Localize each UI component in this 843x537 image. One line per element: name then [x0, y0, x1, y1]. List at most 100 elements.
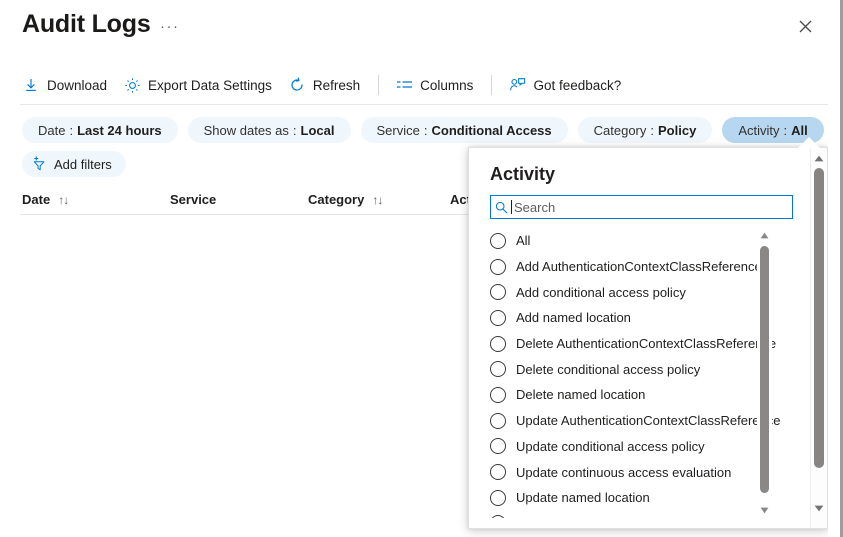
filter-pill-service-value: Conditional Access	[431, 123, 551, 138]
radio-icon[interactable]	[490, 438, 506, 454]
activity-options-inner: All Add AuthenticationContextClassRefere…	[490, 228, 777, 518]
filter-pill-show-dates-as[interactable]: Show dates as : Local	[188, 117, 351, 143]
activity-option-label: Delete conditional access policy	[516, 362, 700, 377]
activity-option-add-conditional-access-policy[interactable]: Add conditional access policy	[490, 279, 777, 305]
column-header-service-label: Service	[170, 192, 216, 207]
search-icon	[491, 201, 511, 214]
filter-pill-service-sep: :	[424, 123, 428, 138]
columns-button[interactable]: Columns	[395, 69, 473, 101]
activity-option-update-named-location[interactable]: Update named location	[490, 485, 777, 511]
export-data-settings-button[interactable]: Export Data Settings	[123, 69, 272, 101]
radio-icon[interactable]	[490, 515, 506, 518]
filter-pill-activity-name: Activity	[738, 123, 779, 138]
radio-icon[interactable]	[490, 310, 506, 326]
columns-label: Columns	[420, 78, 473, 93]
filter-pill-date[interactable]: Date : Last 24 hours	[22, 117, 178, 143]
scroll-up-button[interactable]	[757, 228, 772, 243]
filter-pill-row: Date : Last 24 hours Show dates as : Loc…	[22, 117, 828, 143]
activity-option-label: All	[516, 233, 530, 248]
radio-icon[interactable]	[490, 490, 506, 506]
radio-icon[interactable]	[490, 387, 506, 403]
activity-option-add-named-location[interactable]: Add named location	[490, 305, 777, 331]
got-feedback-label: Got feedback?	[533, 78, 621, 93]
activity-option-label: Update AuthenticationContextClassReferen…	[516, 413, 781, 428]
page-title: Audit Logs	[22, 10, 151, 39]
filter-pill-category-value: Policy	[658, 123, 696, 138]
radio-icon[interactable]	[490, 336, 506, 352]
activity-option-delete-named-location[interactable]: Delete named location	[490, 382, 777, 408]
caret-down-icon	[760, 507, 769, 514]
search-input[interactable]: Search	[490, 195, 793, 219]
activity-option-all[interactable]: All	[490, 228, 777, 254]
column-header-date[interactable]: Date ↑↓	[22, 192, 170, 207]
filter-pill-show-dates-as-value: Local	[301, 123, 335, 138]
export-data-settings-label: Export Data Settings	[148, 78, 272, 93]
activity-option-update-continuous-access-evaluation[interactable]: Update continuous access evaluation	[490, 459, 777, 485]
filter-pill-category-sep: :	[650, 123, 654, 138]
panel-scrollbar[interactable]	[810, 148, 827, 528]
activity-option-label: Add AuthenticationContextClassReference	[516, 259, 762, 274]
got-feedback-button[interactable]: Got feedback?	[508, 69, 621, 101]
activity-option-delete-authenticationcontextclassreference[interactable]: Delete AuthenticationContextClassReferen…	[490, 331, 777, 357]
close-button[interactable]	[790, 12, 820, 40]
refresh-icon	[288, 76, 306, 94]
toolbar-divider	[378, 75, 379, 95]
text-caret	[511, 200, 512, 214]
column-header-date-label: Date	[22, 192, 50, 207]
radio-icon[interactable]	[490, 413, 506, 429]
filter-pill-activity-sep: :	[783, 123, 787, 138]
radio-icon[interactable]	[490, 361, 506, 377]
column-header-category[interactable]: Category ↑↓	[308, 192, 450, 207]
activity-option-label: Update continuous access evaluation	[516, 465, 731, 480]
activity-option-label: Update security defaults	[516, 516, 655, 518]
refresh-button[interactable]: Refresh	[288, 69, 360, 101]
activity-options-list[interactable]: All Add AuthenticationContextClassRefere…	[490, 228, 793, 518]
radio-icon[interactable]	[490, 464, 506, 480]
feedback-icon	[508, 76, 526, 94]
refresh-label: Refresh	[313, 78, 360, 93]
scroll-down-button[interactable]	[757, 503, 772, 518]
activity-option-delete-conditional-access-policy[interactable]: Delete conditional access policy	[490, 356, 777, 382]
activity-panel-title: Activity	[490, 164, 555, 185]
filter-pill-date-sep: :	[69, 123, 73, 138]
radio-icon[interactable]	[490, 233, 506, 249]
activity-option-update-conditional-access-policy[interactable]: Update conditional access policy	[490, 434, 777, 460]
screenshot-root: Audit Logs ··· Download	[0, 0, 843, 537]
panel-scroll-thumb[interactable]	[814, 168, 824, 468]
command-bar-divider	[20, 104, 828, 105]
filter-pill-show-dates-as-sep: :	[293, 123, 297, 138]
activity-option-add-authenticationcontextclassreference[interactable]: Add AuthenticationContextClassReference	[490, 254, 777, 280]
caret-up-icon	[760, 232, 769, 239]
panel-scroll-down-button[interactable]	[811, 500, 827, 516]
column-header-service[interactable]: Service	[170, 192, 308, 207]
caret-up-icon	[814, 155, 824, 162]
command-bar: Download Export Data Settings	[0, 66, 828, 104]
columns-icon	[395, 76, 413, 94]
radio-icon[interactable]	[490, 259, 506, 275]
filter-pill-category[interactable]: Category : Policy	[578, 117, 713, 143]
activity-option-label: Update named location	[516, 490, 650, 505]
activity-option-update-security-defaults[interactable]: Update security defaults	[490, 511, 777, 518]
activity-option-update-authenticationcontextclassreference[interactable]: Update AuthenticationContextClassReferen…	[490, 408, 777, 434]
download-button[interactable]: Download	[22, 69, 107, 101]
column-header-category-label: Category	[308, 192, 364, 207]
download-label: Download	[47, 78, 107, 93]
caret-down-icon	[814, 505, 824, 512]
radio-icon[interactable]	[490, 284, 506, 300]
add-filter-icon	[32, 156, 48, 172]
panel-scroll-up-button[interactable]	[811, 150, 827, 166]
toolbar-divider-2	[491, 75, 492, 95]
filter-pill-show-dates-as-name: Show dates as	[204, 123, 289, 138]
filter-pill-date-value: Last 24 hours	[77, 123, 162, 138]
close-icon	[799, 20, 812, 33]
activity-filter-panel: Activity Search All	[468, 147, 828, 529]
options-scrollbar[interactable]	[757, 228, 772, 518]
scroll-thumb[interactable]	[760, 246, 769, 493]
filter-pill-activity-value: All	[791, 123, 808, 138]
add-filters-label: Add filters	[54, 157, 112, 172]
sort-icon-date[interactable]: ↑↓	[58, 193, 68, 207]
filter-pill-service[interactable]: Service : Conditional Access	[361, 117, 568, 143]
add-filters-button[interactable]: Add filters	[22, 151, 126, 177]
sort-icon-category[interactable]: ↑↓	[372, 193, 382, 207]
more-options-icon[interactable]: ···	[160, 18, 180, 35]
